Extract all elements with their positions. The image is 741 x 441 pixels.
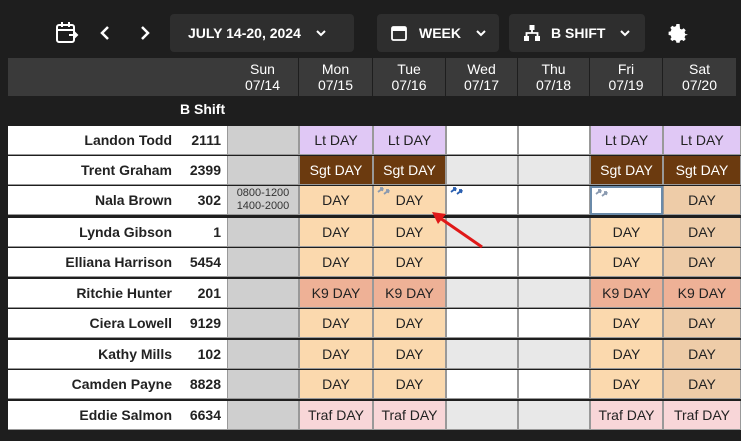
annotation-arrow-icon <box>432 212 483 249</box>
